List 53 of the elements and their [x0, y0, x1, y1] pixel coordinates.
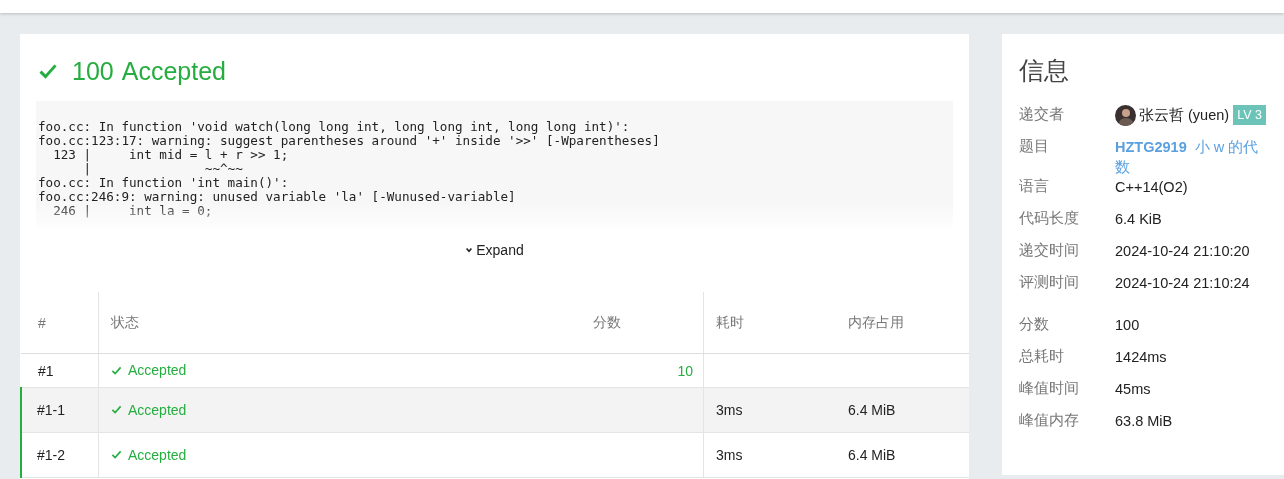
score-cell: 10	[592, 353, 704, 388]
table-cell: 3ms	[703, 387, 834, 433]
check-icon	[111, 364, 122, 376]
log-line: foo.cc:123:17: warning: suggest parentheses around '+' inside '>>' [-Wparentheses]	[38, 134, 661, 148]
field-value: 100	[1115, 316, 1140, 335]
expand-button[interactable]: Expand	[461, 240, 528, 260]
caret-icon	[465, 246, 474, 254]
field-value: 63.8 MiB	[1115, 412, 1173, 431]
table-cell: #1	[21, 353, 99, 388]
field-label: 总耗时	[1019, 347, 1065, 366]
field-label: 题目	[1019, 137, 1050, 156]
table-cell: #1-1	[21, 387, 99, 433]
field-value: 1424ms	[1115, 348, 1167, 367]
field-value: 2024-10-24 21:10:20	[1115, 242, 1250, 261]
level-badge: LV 3	[1233, 105, 1266, 125]
field-label: 递交时间	[1019, 241, 1080, 260]
field-label: 代码长度	[1019, 209, 1080, 228]
field-value: 6.4 KiB	[1115, 210, 1162, 229]
field-value: C++14(O2)	[1115, 178, 1188, 197]
field-label: 峰值内存	[1019, 411, 1080, 430]
field-label: 分数	[1019, 315, 1050, 334]
log-line: 123 | int mid = l + r >> 1;	[52, 148, 289, 162]
table-cell: 6.4 MiB	[834, 387, 969, 433]
result-score: 100	[72, 56, 114, 86]
result-status: Accepted	[121, 56, 226, 86]
status-label: Accepted	[111, 446, 187, 463]
field-label: 评测时间	[1019, 273, 1080, 292]
column-header: 耗时	[703, 292, 834, 354]
table-cell: #1-2	[21, 432, 99, 478]
user-link[interactable]: 张云哲 (yuen)	[1139, 105, 1230, 125]
check-icon	[111, 449, 122, 461]
check-icon	[38, 61, 58, 81]
table-cell: 3ms	[703, 432, 834, 478]
field-value: 45ms	[1115, 380, 1151, 399]
column-header: 状态	[98, 292, 592, 354]
field-value: 2024-10-24 21:10:24	[1115, 274, 1250, 293]
log-line: | ~~^~~	[82, 162, 244, 176]
status-label: Accepted	[111, 362, 187, 379]
field-label: 峰值时间	[1019, 379, 1080, 398]
log-line: 246 | int la = 0;	[52, 204, 214, 218]
field-label: 语言	[1019, 177, 1050, 196]
panel-title: 信息	[1019, 55, 1070, 86]
status-label: Accepted	[111, 401, 187, 418]
table-cell: 6.4 MiB	[834, 432, 969, 478]
log-line: foo.cc: In function 'int main()':	[38, 176, 290, 190]
column-header: 分数	[592, 292, 704, 354]
field-label: 递交者	[1019, 105, 1065, 124]
log-line: foo.cc:246:9: warning: unused variable 'la' [-Wunused-variable]	[38, 190, 517, 204]
avatar	[1115, 105, 1136, 126]
column-header: #	[21, 292, 99, 354]
log-line: foo.cc: In function 'void watch(long long int, long long int, long long int)':	[38, 120, 631, 134]
column-header: 内存占用	[834, 292, 969, 354]
check-icon	[111, 404, 122, 416]
